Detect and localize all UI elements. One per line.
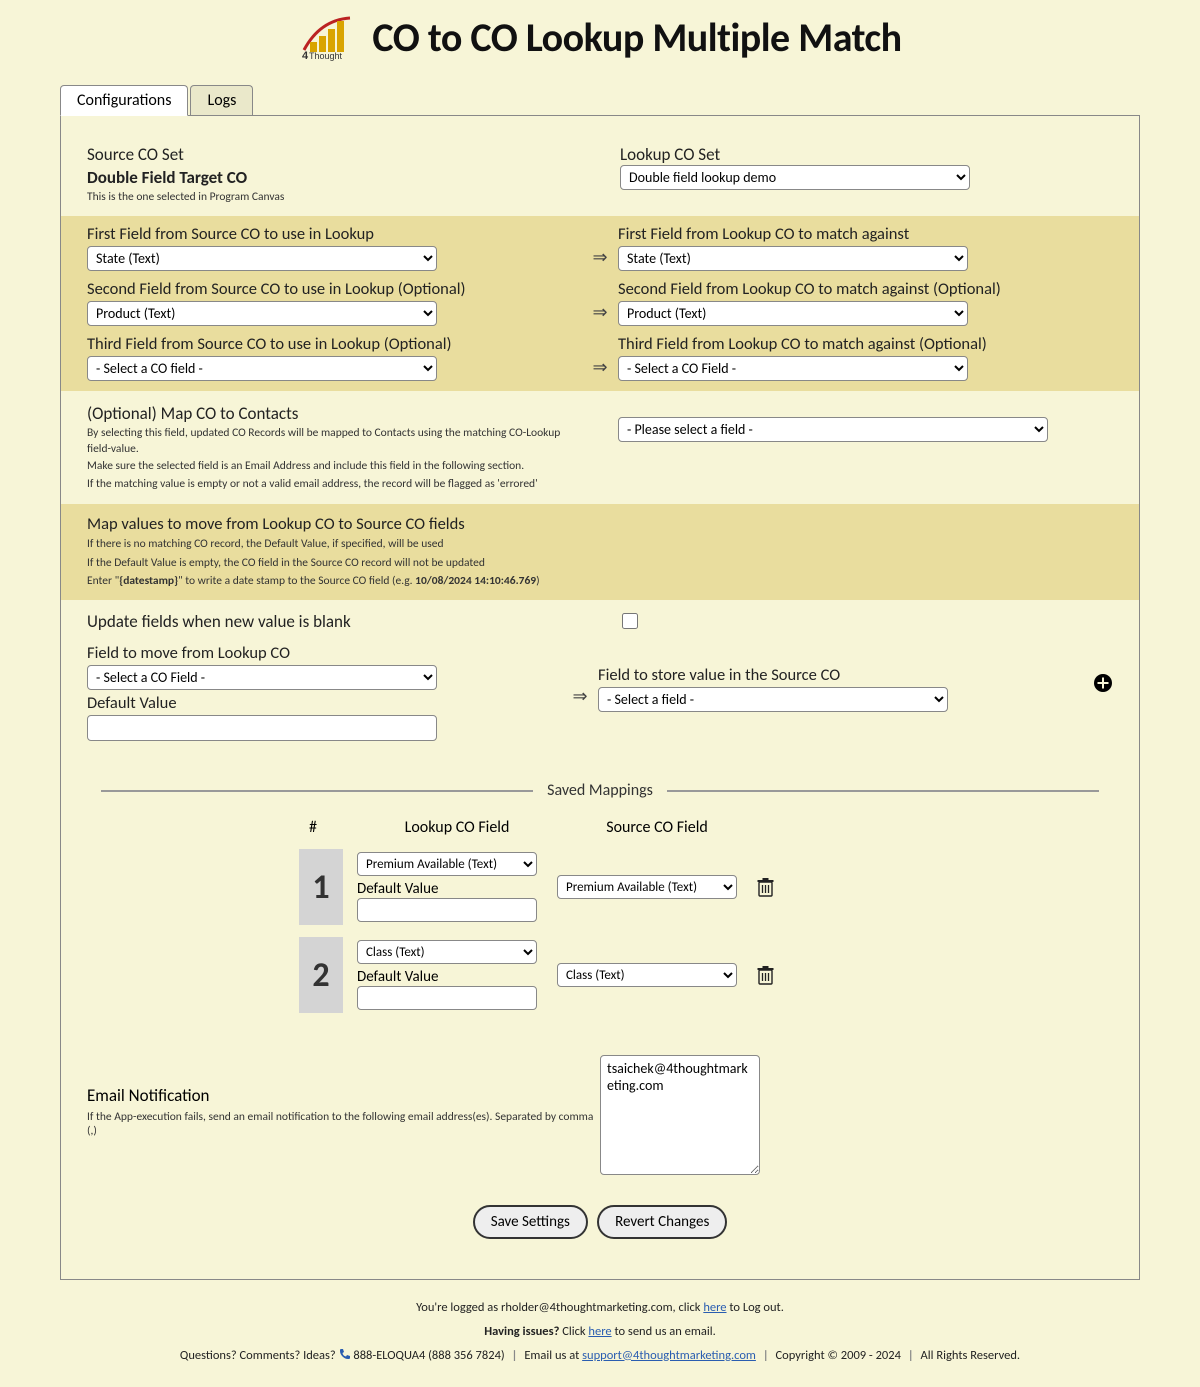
issues-link[interactable]: here [588,1324,611,1339]
mapping-lookup-select[interactable]: Class (Text) [357,940,537,964]
svg-text:Thought: Thought [309,51,343,61]
map-contacts-select[interactable]: - Please select a field - [618,417,1048,442]
src-field2-select[interactable]: Product (Text) [87,301,437,326]
field-move-src-select[interactable]: - Select a CO Field - [87,665,437,690]
logout-link[interactable]: here [703,1300,726,1315]
map-values-l2: If the Default Value is empty, the CO fi… [87,555,1113,572]
mapping-number: 2 [299,937,343,1013]
mapping-lookup-select[interactable]: Premium Available (Text) [357,852,537,876]
field-move-dst-select[interactable]: - Select a field - [598,687,948,712]
logo: 4 Thought Marketing [298,12,358,62]
source-co-hint: This is the one selected in Program Canv… [87,190,580,204]
mapping-source-select[interactable]: Class (Text) [557,963,737,987]
email-notification-desc: If the App-execution fails, send an emai… [87,1110,600,1138]
source-co-label: Source CO Set [87,144,580,165]
add-mapping-icon[interactable] [1093,673,1113,693]
saved-mappings-label: Saved Mappings [533,781,667,800]
src-field1-select[interactable]: State (Text) [87,246,437,271]
mapping-default-label: Default Value [357,880,438,898]
dst-field2-label: Second Field from Lookup CO to match aga… [618,279,1113,299]
map-values-l1: If there is no matching CO record, the D… [87,536,1113,553]
update-blank-label: Update fields when new value is blank [87,611,582,632]
dst-field1-label: First Field from Lookup CO to match agai… [618,224,1113,244]
field-move-dst-label: Field to store value in the Source CO [598,665,1073,685]
tab-configurations[interactable]: Configurations [60,85,188,116]
source-co-name: Double Field Target CO [87,167,580,188]
page-title: CO to CO Lookup Multiple Match [372,13,901,62]
mapping-row: 1 Premium Available (Text) Default Value… [87,849,1113,925]
mappings-head-num: # [87,818,357,837]
mapping-source-select[interactable]: Premium Available (Text) [557,875,737,899]
mappings-head-source: Source CO Field [557,818,757,837]
mapping-default-input[interactable] [357,898,537,922]
map-values-l3: Enter "{datestamp}" to write a date stam… [87,573,1113,590]
delete-mapping-icon[interactable] [757,966,774,985]
map-values-title: Map values to move from Lookup CO to Sou… [87,514,1113,534]
divider-line [101,790,533,792]
save-settings-button[interactable]: Save Settings [473,1205,588,1239]
mapping-default-input[interactable] [357,986,537,1010]
update-blank-checkbox[interactable] [622,613,638,629]
lookup-co-label: Lookup CO Set [620,144,1113,165]
field-move-default-label: Default Value [87,693,562,713]
dst-field2-select[interactable]: Product (Text) [618,301,968,326]
email-notification-title: Email Notification [87,1085,600,1106]
email-notification-input[interactable]: tsaichek@4thoughtmarketing.com [600,1055,760,1175]
footer-contact-line: Questions? Comments? Ideas? 888-ELOQUA4 … [0,1344,1200,1368]
mapping-number: 1 [299,849,343,925]
map-contacts-desc3: If the matching value is empty or not a … [87,477,582,493]
arrow-icon: ⇒ [582,283,618,323]
support-email-link[interactable]: support@4thoughtmarketing.com [582,1348,756,1363]
footer-issues-line: Having issues? Click here to send us an … [0,1320,1200,1344]
src-field3-label: Third Field from Source CO to use in Loo… [87,334,582,354]
dst-field1-select[interactable]: State (Text) [618,246,968,271]
src-field1-label: First Field from Source CO to use in Loo… [87,224,582,244]
lookup-co-select[interactable]: Double field lookup demo [620,165,970,190]
revert-changes-button[interactable]: Revert Changes [597,1205,727,1239]
phone-icon [339,1348,351,1360]
src-field3-select[interactable]: - Select a CO field - [87,356,437,381]
map-contacts-title: (Optional) Map CO to Contacts [87,403,582,424]
arrow-icon: ⇒ [582,338,618,378]
field-move-src-label: Field to move from Lookup CO [87,643,562,663]
divider-line [667,790,1099,792]
mappings-head-lookup: Lookup CO Field [357,818,557,837]
tab-logs[interactable]: Logs [190,85,253,116]
arrow-icon: ⇒ [562,643,598,707]
map-contacts-desc1: By selecting this field, updated CO Reco… [87,426,582,457]
src-field2-label: Second Field from Source CO to use in Lo… [87,279,582,299]
map-contacts-desc2: Make sure the selected field is an Email… [87,459,582,475]
dst-field3-select[interactable]: - Select a CO Field - [618,356,968,381]
arrow-icon: ⇒ [582,228,618,268]
footer-logged-line: You're logged as rholder@4thoughtmarketi… [0,1296,1200,1320]
dst-field3-label: Third Field from Lookup CO to match agai… [618,334,1113,354]
mapping-row: 2 Class (Text) Default Value Class (Text… [87,937,1113,1013]
svg-text:4: 4 [302,50,309,62]
field-move-default-input[interactable] [87,715,437,741]
mapping-default-label: Default Value [357,968,438,986]
delete-mapping-icon[interactable] [757,878,774,897]
